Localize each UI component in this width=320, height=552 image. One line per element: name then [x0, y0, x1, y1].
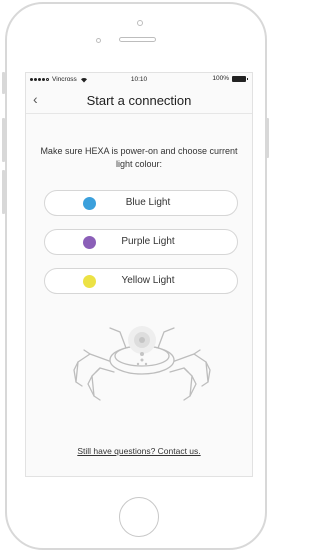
- app-screen: Vincross 10:10 100% ‹ Start a connection…: [25, 72, 253, 477]
- purple-light-button[interactable]: Purple Light: [44, 229, 238, 255]
- yellow-light-label: Yellow Light: [121, 275, 175, 286]
- home-button: [119, 497, 159, 537]
- volume-down-button: [2, 170, 5, 214]
- nav-bar: ‹ Start a connection: [26, 87, 252, 114]
- yellow-light-button[interactable]: Yellow Light: [44, 268, 238, 294]
- purple-light-label: Purple Light: [121, 236, 175, 247]
- mute-switch: [2, 72, 5, 94]
- earpiece-speaker: [119, 37, 156, 42]
- instructions-text: Make sure HEXA is power-on and choose cu…: [40, 146, 238, 169]
- volume-up-button: [2, 118, 5, 162]
- page-title: Start a connection: [86, 93, 192, 108]
- battery-icon: [232, 75, 248, 82]
- blue-light-label: Blue Light: [125, 197, 171, 208]
- front-camera: [96, 38, 101, 43]
- contact-us-link[interactable]: Still have questions? Contact us.: [26, 446, 252, 456]
- status-bar: Vincross 10:10 100%: [26, 73, 252, 87]
- battery-info: 100%: [212, 75, 248, 82]
- hexa-robot-illustration: [73, 326, 211, 401]
- blue-light-button[interactable]: Blue Light: [44, 190, 238, 216]
- proximity-sensor: [137, 20, 143, 26]
- battery-percent: 100%: [212, 75, 229, 82]
- power-button: [266, 118, 269, 158]
